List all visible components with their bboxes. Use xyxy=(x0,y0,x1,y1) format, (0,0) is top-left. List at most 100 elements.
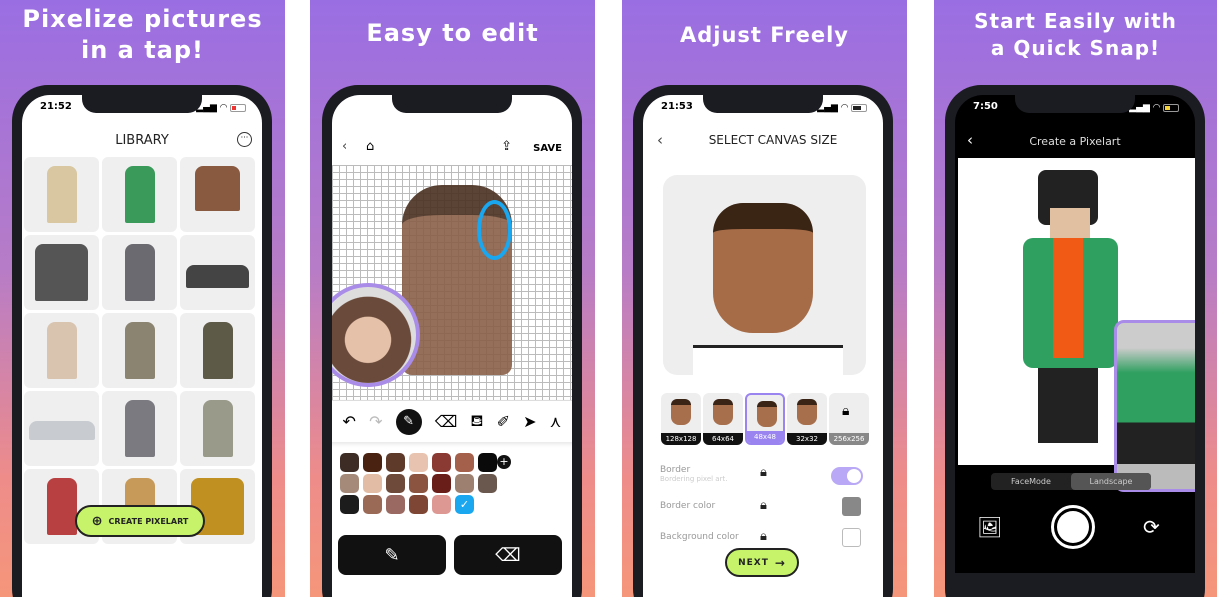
headline: Pixelize pictures in a tap! xyxy=(22,5,263,64)
create-pixelart-label: CREATE PIXELART xyxy=(108,516,189,526)
color-swatch[interactable] xyxy=(455,474,474,493)
eyedropper-icon[interactable]: ✐ xyxy=(497,412,510,431)
source-photo xyxy=(1114,320,1195,492)
face-thumbnail xyxy=(797,399,817,425)
save-button[interactable]: SAVE xyxy=(533,143,562,154)
color-swatch[interactable] xyxy=(409,495,428,514)
color-swatch[interactable] xyxy=(386,453,405,472)
library-item[interactable] xyxy=(102,235,177,310)
color-swatch[interactable] xyxy=(409,474,428,493)
library-item[interactable] xyxy=(180,235,255,310)
library-item[interactable] xyxy=(24,157,99,232)
lock-icon: 🔒︎ xyxy=(842,403,850,419)
color-swatch[interactable] xyxy=(340,474,359,493)
tool-bar: ↶ ↷ ✎ ⌫ ⛾ ✐ ➤ ⋏ xyxy=(332,400,572,442)
notch xyxy=(703,95,823,113)
lock-icon: 🔒︎ xyxy=(760,498,767,513)
plus-circle-icon: ⊕ xyxy=(91,513,103,529)
mode-facemode[interactable]: FaceMode xyxy=(991,473,1071,490)
canvas-size-option[interactable]: 🔒︎ 256x256 xyxy=(829,393,869,445)
mirror-icon[interactable]: ⋏ xyxy=(550,412,562,431)
color-swatch[interactable] xyxy=(386,474,405,493)
library-item[interactable] xyxy=(180,157,255,232)
pencil-icon[interactable]: ✎ xyxy=(395,408,422,435)
notch xyxy=(392,95,512,113)
flip-camera-icon[interactable]: ⟳ xyxy=(1143,515,1160,539)
color-swatch[interactable] xyxy=(432,453,451,472)
home-icon[interactable]: ⌂ xyxy=(366,139,374,154)
color-swatch[interactable] xyxy=(363,474,382,493)
canvas-size-option[interactable]: 48x48 xyxy=(745,393,785,445)
color-swatch[interactable] xyxy=(363,495,382,514)
status-time: 7:50 xyxy=(973,101,998,112)
background-color-swatch[interactable] xyxy=(842,528,861,547)
pencil-mode-button[interactable]: ✎ xyxy=(338,535,446,575)
lock-icon: 🔒︎ xyxy=(760,465,767,480)
gallery-icon[interactable]: 🖼︎ xyxy=(977,515,1002,539)
more-icon[interactable]: ··· xyxy=(237,132,252,147)
screen: ‹ ⌂ ⇪ SAVE ↶ ↷ ✎ ⌫ ⛾ ✐ ➤ ⋏ ✓ + ✎ ⌫ xyxy=(332,95,572,597)
phone: 21:52 ▂▄▆ ◠ LIBRARY ··· ⊕ CREATE PIXELART xyxy=(12,85,272,597)
color-swatch[interactable] xyxy=(455,453,474,472)
color-swatch[interactable] xyxy=(363,453,382,472)
color-swatch[interactable] xyxy=(432,495,451,514)
library-item[interactable] xyxy=(102,313,177,388)
screen: 7:50 ▂▄▆ ◠ ‹ Create a Pixelart FaceMode L… xyxy=(955,95,1195,597)
fill-bucket-icon[interactable]: ⛾ xyxy=(470,411,483,432)
eraser-mode-button[interactable]: ⌫ xyxy=(454,535,562,575)
battery-icon xyxy=(230,104,246,112)
canvas-size-label: 32x32 xyxy=(787,433,827,445)
color-swatch[interactable] xyxy=(409,453,428,472)
page-title: Create a Pixelart xyxy=(1029,135,1121,148)
canvas-size-option[interactable]: 32x32 xyxy=(787,393,827,445)
status-time: 21:52 xyxy=(40,101,72,112)
library-item[interactable] xyxy=(24,391,99,466)
redo-icon[interactable]: ↷ xyxy=(369,412,382,431)
status-time: 21:53 xyxy=(661,101,693,112)
screen: 21:53 ▂▄▆ ◠ ‹ SELECT CANVAS SIZE 128x128 6… xyxy=(643,95,883,597)
pointer-icon[interactable]: ➤ xyxy=(523,412,536,431)
library-item[interactable] xyxy=(102,391,177,466)
add-color-icon[interactable]: + xyxy=(497,455,511,469)
face-thumbnail xyxy=(713,399,733,425)
border-row: Border Bordering pixel art. 🔒︎ xyxy=(660,465,863,485)
share-icon[interactable]: ⇪ xyxy=(501,139,512,154)
page-title: SELECT CANVAS SIZE xyxy=(708,133,838,147)
headline: Start Easily with a Quick Snap! xyxy=(974,9,1177,60)
canvas-size-label: 48x48 xyxy=(747,431,783,443)
color-swatch[interactable] xyxy=(340,495,359,514)
library-item[interactable] xyxy=(180,313,255,388)
shutter-button[interactable] xyxy=(1051,505,1095,549)
back-icon[interactable]: ‹ xyxy=(342,139,347,154)
color-swatch[interactable] xyxy=(340,453,359,472)
background-color-row: Background color 🔒︎ xyxy=(660,528,863,547)
border-color-swatch[interactable] xyxy=(842,497,861,516)
color-swatch[interactable] xyxy=(386,495,405,514)
library-item[interactable] xyxy=(102,157,177,232)
border-color-label: Border color xyxy=(660,501,716,511)
canvas-size-option[interactable]: 128x128 xyxy=(661,393,701,445)
status-icons: ▂▄▆ ◠ xyxy=(196,101,246,115)
border-color-row: Border color 🔒︎ xyxy=(660,497,863,516)
library-item[interactable] xyxy=(180,391,255,466)
arrow-right-icon: → xyxy=(774,555,786,570)
next-button[interactable]: NEXT → xyxy=(725,548,799,577)
color-swatch[interactable] xyxy=(478,453,497,472)
notch xyxy=(1015,95,1135,113)
color-swatch[interactable] xyxy=(432,474,451,493)
phone: 21:53 ▂▄▆ ◠ ‹ SELECT CANVAS SIZE 128x128 6… xyxy=(633,85,893,597)
eraser-icon[interactable]: ⌫ xyxy=(435,412,458,431)
selected-color-swatch[interactable]: ✓ xyxy=(455,495,474,514)
library-item[interactable] xyxy=(24,313,99,388)
color-swatch[interactable] xyxy=(478,474,497,493)
undo-icon[interactable]: ↶ xyxy=(343,412,356,431)
canvas-size-option[interactable]: 64x64 xyxy=(703,393,743,445)
create-pixelart-button[interactable]: ⊕ CREATE PIXELART xyxy=(75,505,205,537)
page-title: LIBRARY xyxy=(115,133,169,148)
library-item[interactable] xyxy=(24,235,99,310)
lock-icon: 🔒︎ xyxy=(760,529,767,544)
mode-landscape[interactable]: Landscape xyxy=(1071,473,1151,490)
battery-icon xyxy=(851,104,867,112)
border-toggle[interactable] xyxy=(831,467,863,485)
headline: Adjust Freely xyxy=(679,23,849,47)
